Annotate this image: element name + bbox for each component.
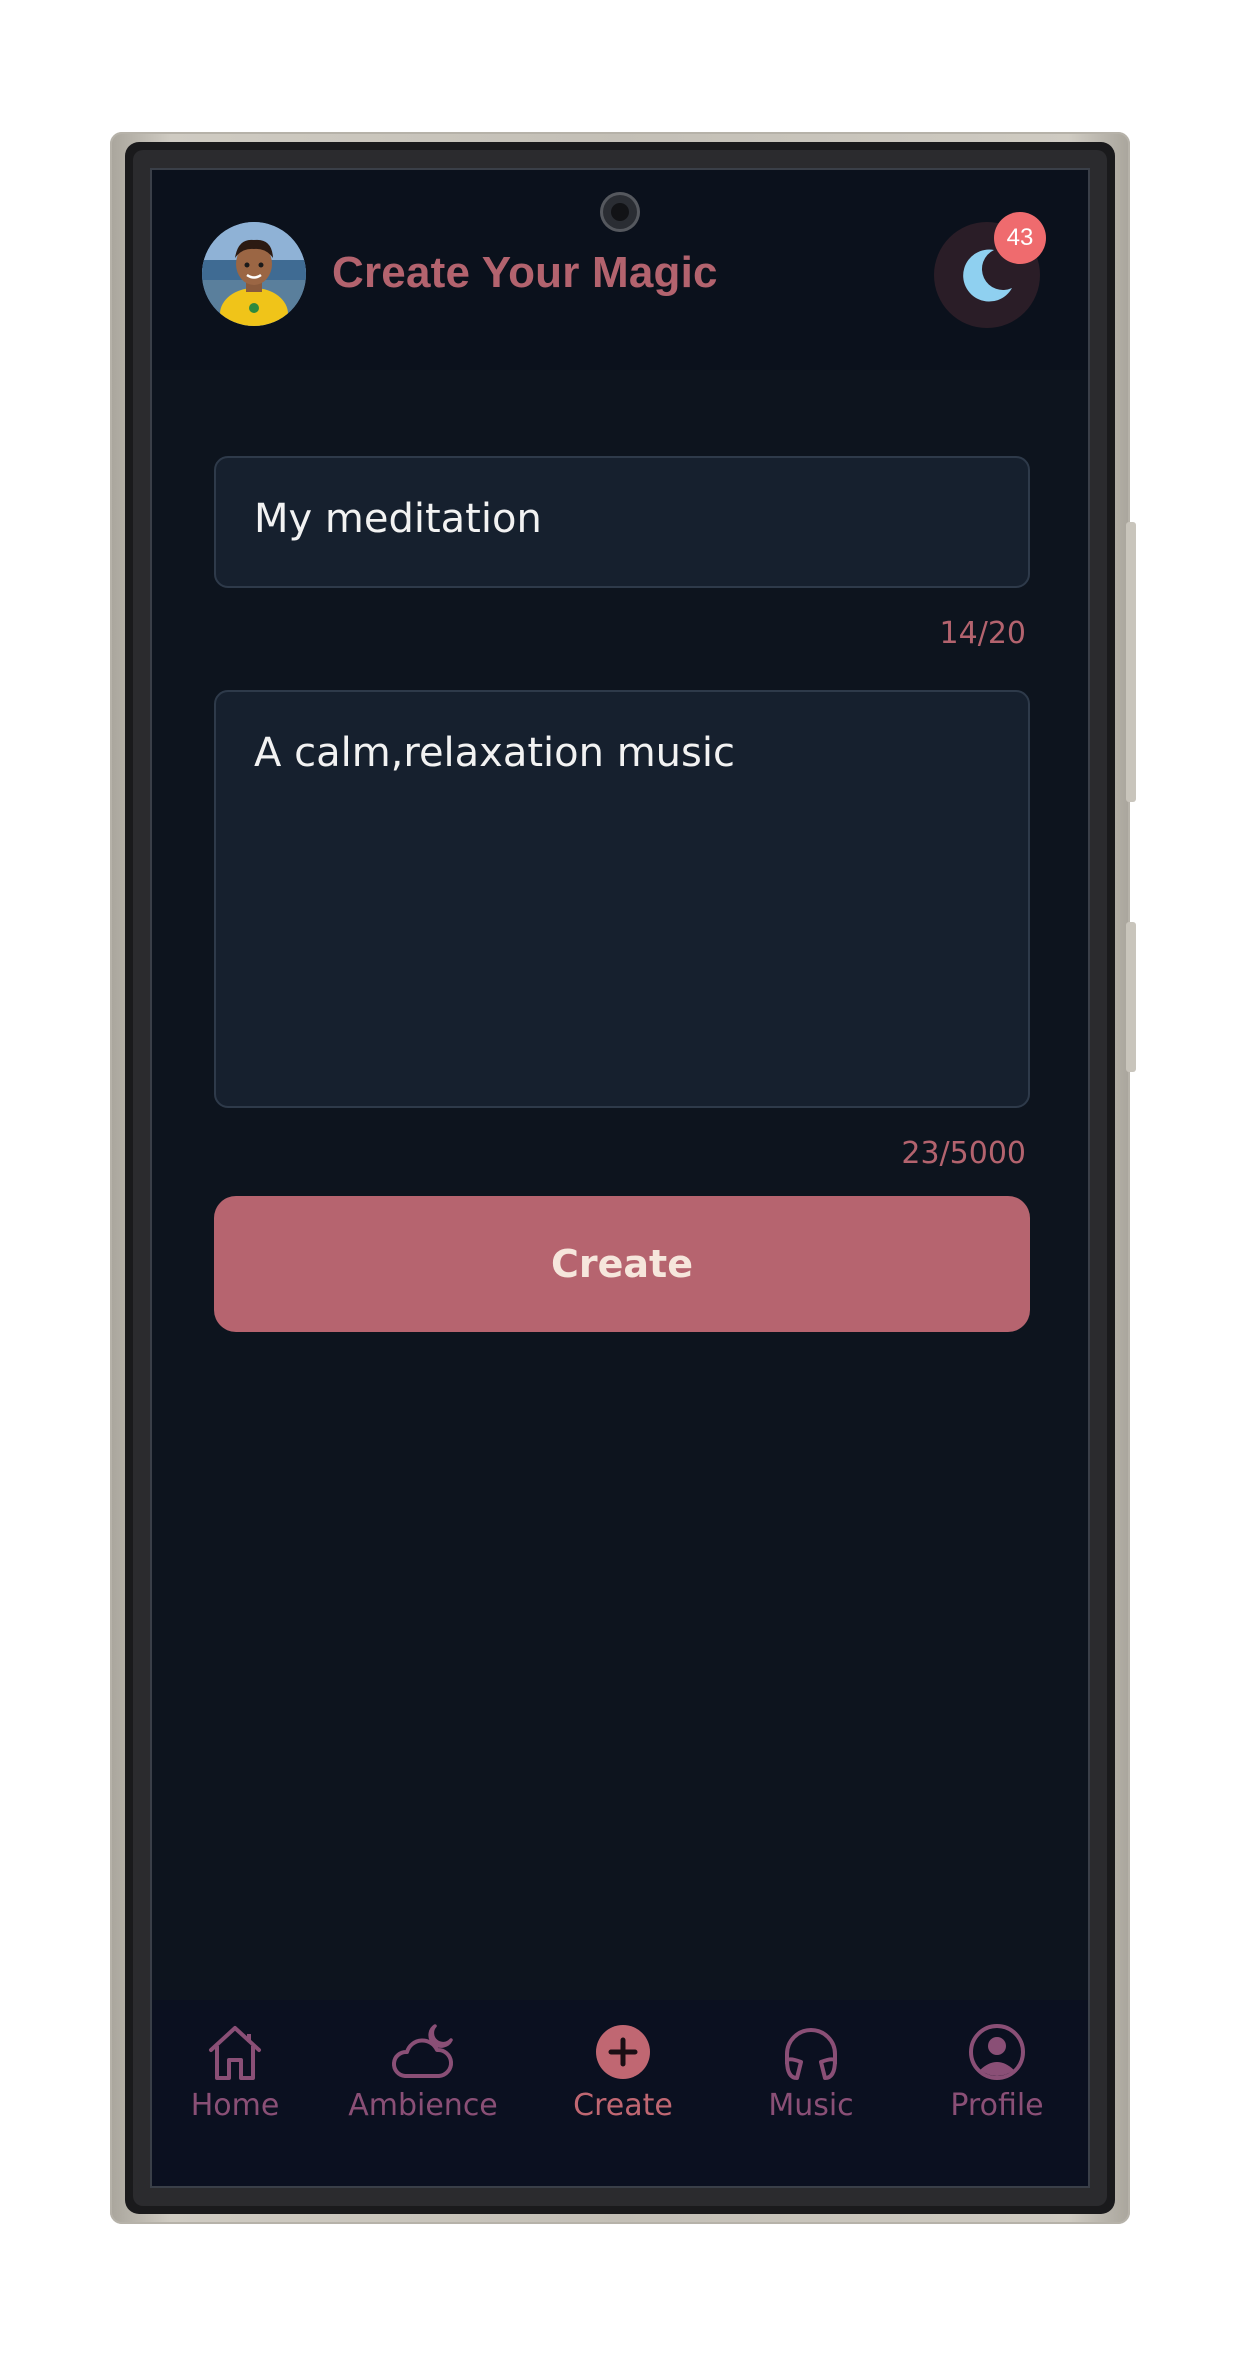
page-title: Create Your Magic xyxy=(332,248,718,297)
app-screen: Create Your Magic 43 My meditation 14/20… xyxy=(150,168,1090,2188)
prompt-char-counter: 23/5000 xyxy=(901,1136,1026,1171)
avatar-boy-icon xyxy=(202,222,306,326)
power-button xyxy=(1126,922,1136,1072)
volume-button xyxy=(1126,522,1136,802)
plus-circle-icon xyxy=(596,2025,650,2079)
meditation-name-value: My meditation xyxy=(254,496,542,542)
headphones-icon xyxy=(785,2028,837,2080)
prompt-textarea[interactable]: A calm,relaxation music xyxy=(214,690,1030,1108)
create-button[interactable]: Create xyxy=(214,1196,1030,1332)
meditation-name-input[interactable]: My meditation xyxy=(214,456,1030,588)
user-circle-icon xyxy=(969,2024,1025,2080)
phone-frame: Create Your Magic 43 My meditation 14/20… xyxy=(110,132,1136,2224)
avatar[interactable] xyxy=(202,222,306,326)
nav-item-ambience[interactable]: Ambience xyxy=(338,2020,508,2150)
nav-label-profile: Profile xyxy=(950,2088,1044,2123)
prompt-value: A calm,relaxation music xyxy=(254,730,735,776)
nav-item-create[interactable]: Create xyxy=(538,2020,708,2150)
nav-label-create: Create xyxy=(573,2088,673,2123)
cloud-moon-icon xyxy=(392,2024,453,2078)
nav-item-home[interactable]: Home xyxy=(152,2020,320,2150)
nav-item-music[interactable]: Music xyxy=(726,2020,896,2150)
nav-label-music: Music xyxy=(768,2088,854,2123)
app-header: Create Your Magic 43 xyxy=(152,170,1088,370)
nav-label-home: Home xyxy=(190,2088,280,2123)
name-char-counter: 14/20 xyxy=(939,616,1026,651)
front-camera xyxy=(600,192,640,232)
nav-item-profile[interactable]: Profile xyxy=(912,2020,1082,2150)
notification-badge: 43 xyxy=(994,212,1046,264)
home-icon xyxy=(209,2026,261,2080)
bottom-navigation: Home Ambience Create Music Profile xyxy=(152,2000,1088,2186)
nav-label-ambience: Ambience xyxy=(348,2088,498,2123)
